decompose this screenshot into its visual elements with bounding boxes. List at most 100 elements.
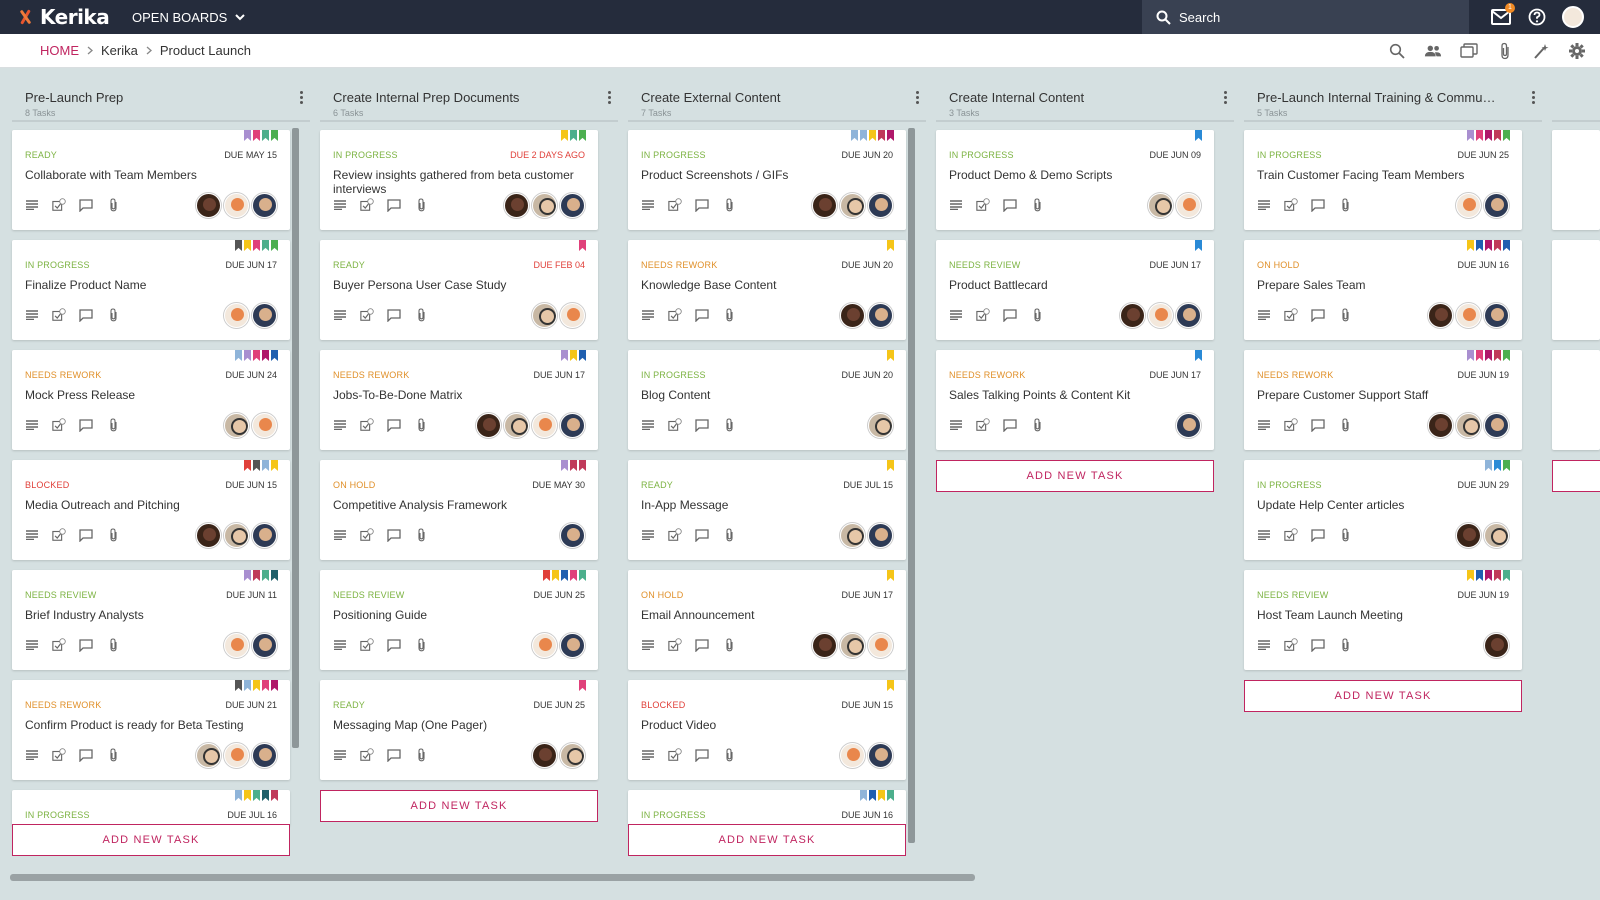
task-card[interactable]: IN PROGRESS DUE JUN 20 Product Screenshots…	[628, 130, 906, 230]
tag-flag[interactable]	[869, 790, 876, 801]
task-card[interactable]: NEEDS REVIEW DUE JUN 25 Positioning Guide	[320, 570, 598, 670]
tag-flag[interactable]	[1503, 460, 1510, 471]
tag-flag[interactable]	[271, 790, 278, 801]
tag-flag[interactable]	[1503, 350, 1510, 361]
task-card[interactable]: ON HOLD DUE JUN 17 Email Announcement	[628, 570, 906, 670]
task-card[interactable]: NEEDS REVIEW DUE JUN 11 Brief Industry Ana…	[12, 570, 290, 670]
tag-flag[interactable]	[1485, 130, 1492, 141]
tag-flag[interactable]	[244, 130, 251, 141]
chat-button[interactable]	[1003, 418, 1017, 432]
avatar[interactable]	[868, 193, 893, 218]
tag-flag[interactable]	[869, 130, 876, 141]
tools-button[interactable]	[1532, 42, 1550, 60]
checklist-button[interactable]	[52, 308, 66, 322]
tag-flag[interactable]	[1494, 350, 1501, 361]
task-card[interactable]: IN PROGRESS DUE JUN 09 Product Demo & Demo…	[936, 130, 1214, 230]
attachment-button[interactable]	[414, 308, 428, 322]
avatar[interactable]	[560, 413, 585, 438]
tag-flag[interactable]	[271, 570, 278, 581]
tag-flag[interactable]	[244, 680, 251, 691]
breadcrumb-home[interactable]: HOME	[40, 43, 79, 58]
inbox-button[interactable]: 1	[1490, 3, 1515, 28]
attachment-button[interactable]	[1338, 198, 1352, 212]
checklist-button[interactable]	[52, 198, 66, 212]
tag-flag[interactable]	[1494, 570, 1501, 581]
tag-flag[interactable]	[244, 460, 251, 471]
avatar[interactable]	[224, 413, 249, 438]
checklist-button[interactable]	[360, 308, 374, 322]
chat-button[interactable]	[1311, 418, 1325, 432]
tag-flag[interactable]	[271, 350, 278, 361]
tag-flag[interactable]	[561, 460, 568, 471]
attachment-button[interactable]	[1338, 528, 1352, 542]
attachment-button[interactable]	[1030, 308, 1044, 322]
avatar[interactable]	[560, 743, 585, 768]
avatar[interactable]	[252, 743, 277, 768]
chat-button[interactable]	[387, 308, 401, 322]
checklist-button[interactable]	[52, 528, 66, 542]
column-title[interactable]: Create Internal Prep Documents	[333, 90, 573, 105]
tag-flag[interactable]	[253, 240, 260, 251]
avatar[interactable]	[252, 523, 277, 548]
description-button[interactable]	[949, 418, 963, 432]
tag-flag[interactable]	[1503, 130, 1510, 141]
attachment-button[interactable]	[414, 528, 428, 542]
tag-flag[interactable]	[262, 680, 269, 691]
attachment-button[interactable]	[1338, 308, 1352, 322]
description-button[interactable]	[1257, 638, 1271, 652]
attachment-button[interactable]	[106, 638, 120, 652]
attachment-button[interactable]	[414, 638, 428, 652]
tag-flag[interactable]	[1485, 350, 1492, 361]
checklist-button[interactable]	[360, 638, 374, 652]
description-button[interactable]	[641, 308, 655, 322]
tag-flag[interactable]	[1503, 240, 1510, 251]
attachment-button[interactable]	[106, 308, 120, 322]
description-button[interactable]	[1257, 528, 1271, 542]
avatar[interactable]	[1484, 303, 1509, 328]
tag-flag[interactable]	[887, 240, 894, 251]
tag-flag[interactable]	[253, 130, 260, 141]
column-title[interactable]: Pre-Launch Internal Training & Communi..…	[1257, 90, 1497, 105]
avatar[interactable]	[224, 523, 249, 548]
avatar[interactable]	[868, 523, 893, 548]
checklist-button[interactable]	[1284, 198, 1298, 212]
attachment-button[interactable]	[1338, 418, 1352, 432]
tag-flag[interactable]	[271, 460, 278, 471]
checklist-button[interactable]	[360, 198, 374, 212]
tag-flag[interactable]	[851, 130, 858, 141]
tag-flag[interactable]	[887, 350, 894, 361]
task-card[interactable]: NEEDS REWORK DUE JUN 21 Confirm Product is…	[12, 680, 290, 780]
task-card[interactable]: IN PROGRESS DUE 2 DAYS AGO Review insights…	[320, 130, 598, 230]
column-menu-button[interactable]	[1528, 90, 1538, 106]
tag-flag[interactable]	[887, 460, 894, 471]
attachment-button[interactable]	[414, 748, 428, 762]
tag-flag[interactable]	[1485, 570, 1492, 581]
task-card[interactable]: BLOCKED DUE JUN 15 Media Outreach and Pitc…	[12, 460, 290, 560]
checklist-button[interactable]	[52, 748, 66, 762]
avatar[interactable]	[560, 633, 585, 658]
open-boards-menu[interactable]: OPEN BOARDS	[132, 10, 246, 25]
avatar[interactable]	[840, 743, 865, 768]
checklist-button[interactable]	[976, 198, 990, 212]
avatar[interactable]	[560, 193, 585, 218]
avatar[interactable]	[196, 523, 221, 548]
avatar[interactable]	[560, 303, 585, 328]
tag-flag[interactable]	[878, 130, 885, 141]
description-button[interactable]	[641, 528, 655, 542]
add-new-task-button[interactable]: ADD NEW TASK	[320, 790, 598, 822]
breadcrumb-account[interactable]: Kerika	[101, 43, 138, 58]
description-button[interactable]	[949, 198, 963, 212]
checklist-button[interactable]	[668, 528, 682, 542]
tag-flag[interactable]	[552, 570, 559, 581]
task-card-partial[interactable]	[1552, 240, 1600, 340]
tag-flag[interactable]	[561, 130, 568, 141]
search-bar[interactable]	[1142, 0, 1469, 34]
chat-button[interactable]	[79, 638, 93, 652]
avatar[interactable]	[1456, 523, 1481, 548]
avatar[interactable]	[840, 633, 865, 658]
description-button[interactable]	[333, 528, 347, 542]
vertical-scrollbar[interactable]	[908, 128, 915, 843]
avatar[interactable]	[1484, 193, 1509, 218]
add-new-task-button[interactable]: ADD NEW TASK	[1244, 680, 1522, 712]
tag-flag[interactable]	[579, 130, 586, 141]
